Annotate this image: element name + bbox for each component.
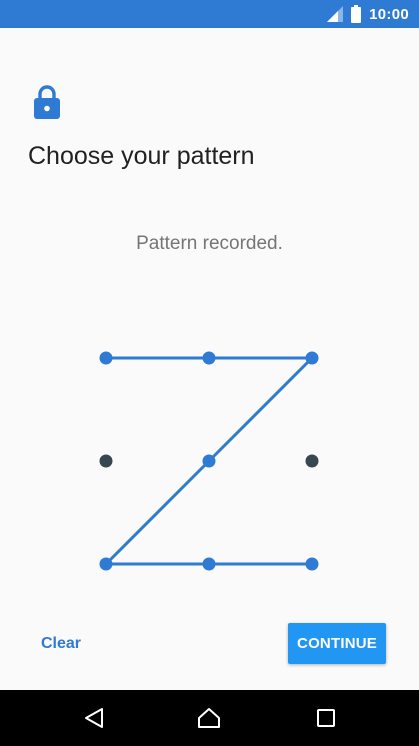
- pattern-dot-9[interactable]: [305, 557, 319, 571]
- pattern-dot-2[interactable]: [202, 351, 216, 365]
- recent-apps-icon[interactable]: [314, 706, 338, 730]
- back-icon[interactable]: [82, 706, 106, 730]
- home-icon[interactable]: [197, 706, 221, 730]
- pattern-dot-6[interactable]: [305, 454, 319, 468]
- pattern-dot-1[interactable]: [99, 351, 113, 365]
- pattern-line: [104, 459, 211, 566]
- pattern-dot-5[interactable]: [202, 454, 216, 468]
- clear-button[interactable]: Clear: [30, 624, 92, 664]
- navigation-bar: [0, 690, 419, 746]
- pattern-dot-8[interactable]: [202, 557, 216, 571]
- pattern-dot-7[interactable]: [99, 557, 113, 571]
- continue-button[interactable]: CONTINUE: [288, 623, 386, 664]
- pattern-dot-4[interactable]: [99, 454, 113, 468]
- pattern-dot-3[interactable]: [305, 351, 319, 365]
- pattern-line: [207, 356, 314, 463]
